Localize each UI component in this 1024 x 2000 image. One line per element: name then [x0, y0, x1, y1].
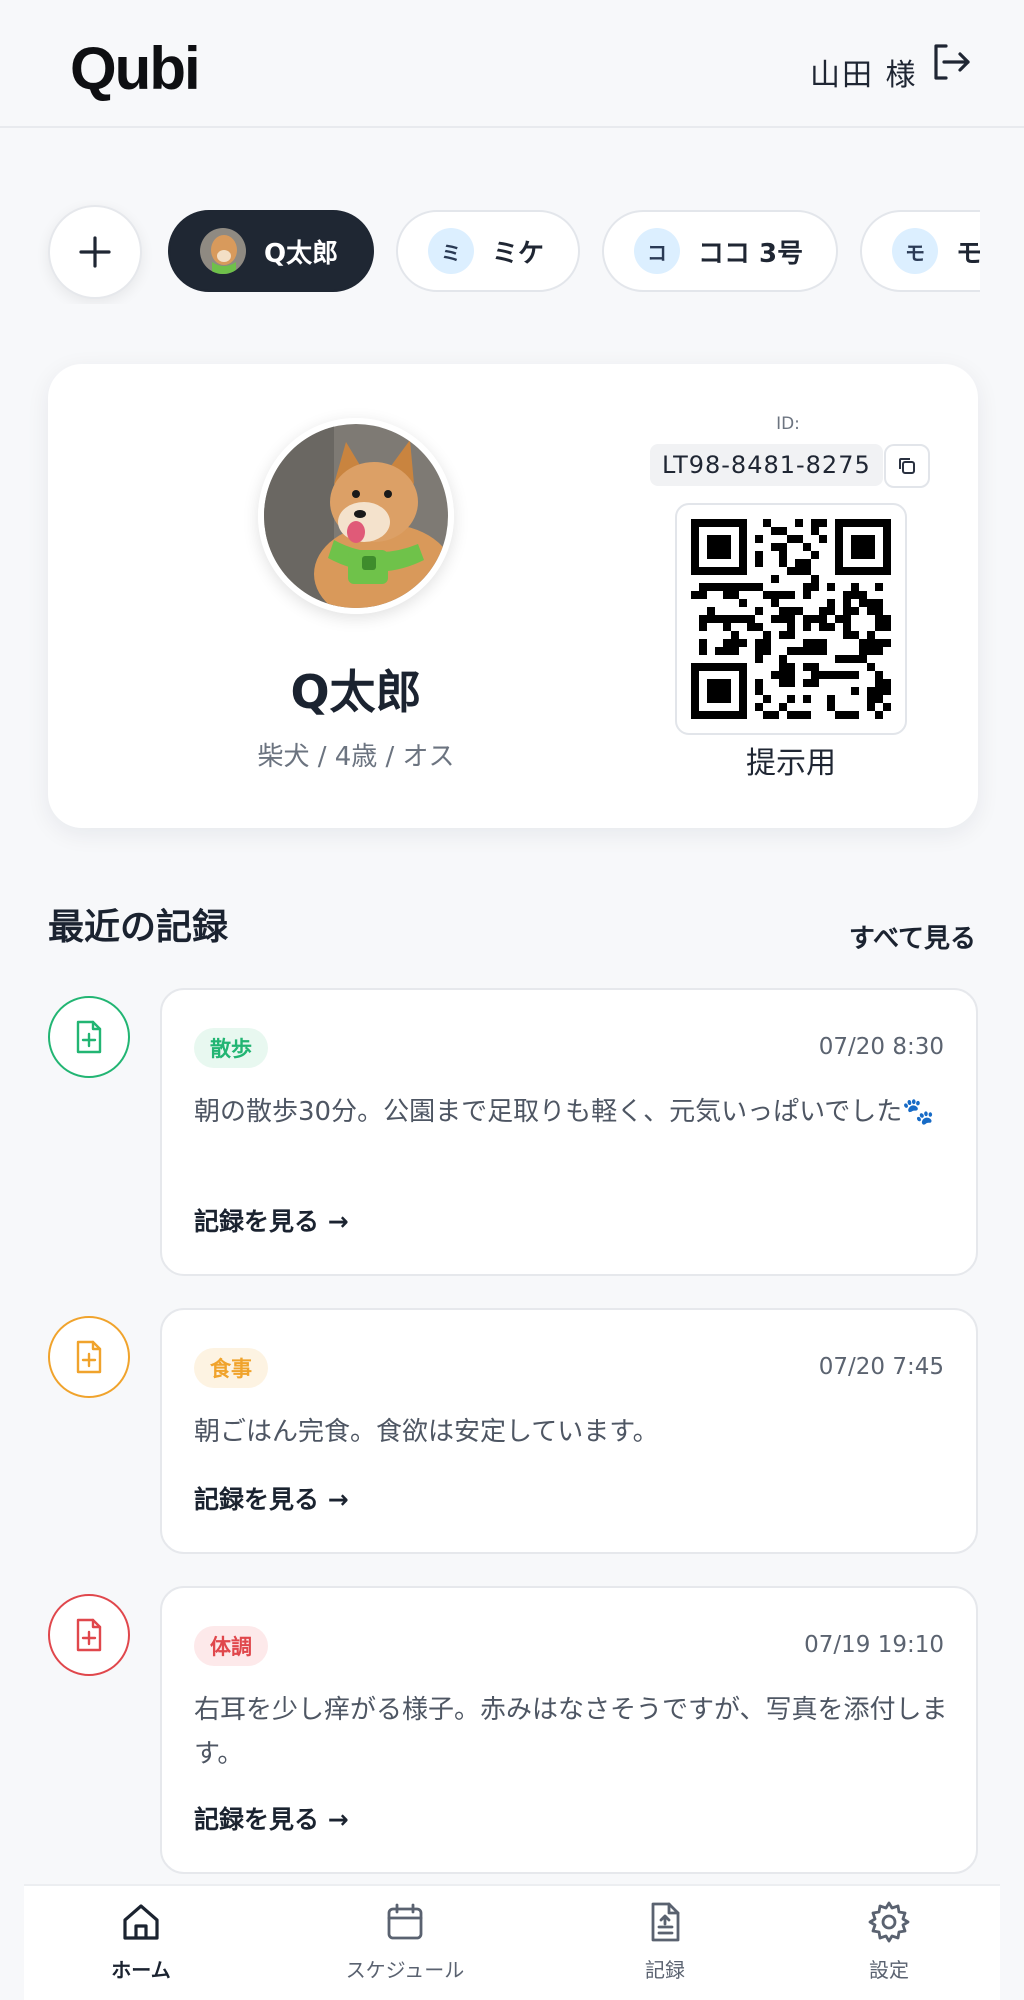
- category-badge: 体調: [194, 1626, 268, 1666]
- record-card[interactable]: 食事 07/20 7:45 朝ごはん完食。食欲は安定しています。 記録を見る →: [160, 1308, 978, 1554]
- gear-icon: [868, 1901, 910, 1943]
- pet-avatar: [200, 228, 246, 274]
- category-badge: 食事: [194, 1348, 268, 1388]
- pet-details: 柴犬 / 4歳 / オス: [257, 742, 455, 772]
- qr-caption: 提示用: [746, 746, 836, 781]
- pet-chip-label: ミケ: [492, 238, 545, 269]
- pet-chip-label: モモ: [956, 238, 980, 269]
- health-record-icon: [48, 1594, 130, 1676]
- document-icon: [651, 1902, 680, 1942]
- app-logo[interactable]: Qubi: [70, 34, 201, 103]
- pet-chip-mike[interactable]: ミ ミケ: [396, 210, 580, 292]
- record-time: 07/20 8:30: [818, 1034, 944, 1060]
- nav-records[interactable]: 記録: [590, 1900, 740, 1983]
- pet-avatar: コ: [634, 228, 680, 274]
- pet-avatar: モ: [892, 228, 938, 274]
- see-all-link[interactable]: すべて見る: [849, 918, 976, 955]
- record-text: 右耳を少し痒がる様子。赤みはなさそうですが、写真を添付します。: [194, 1695, 948, 1769]
- nav-settings[interactable]: 設定: [814, 1900, 964, 1983]
- logout-icon: [934, 44, 970, 80]
- pet-chip-label: Q太郎: [264, 238, 339, 269]
- qr-code: [675, 503, 907, 735]
- pet-name: Q太郎: [290, 665, 422, 719]
- pet-avatar: ミ: [428, 228, 474, 274]
- nav-label: 記録: [645, 1958, 685, 1982]
- pet-chip-q-taro[interactable]: Q太郎: [168, 210, 374, 292]
- add-document-icon: [76, 1340, 102, 1374]
- record-text: 朝の散歩30分。公園まで足取りも軽く、元気いっぱいでした🐾: [194, 1097, 935, 1127]
- nav-home[interactable]: ホーム: [66, 1900, 216, 1983]
- view-record-link[interactable]: 記録を見る →: [194, 1800, 349, 1836]
- nav-label: ホーム: [111, 1958, 171, 1982]
- pet-chip-label: ココ 3号: [698, 238, 804, 269]
- record-time: 07/20 7:45: [818, 1354, 944, 1380]
- meal-record-icon: [48, 1316, 130, 1398]
- logout-button[interactable]: [926, 38, 974, 86]
- plus-icon: [79, 236, 111, 268]
- bottom-navigation: ホーム スケジュール 記録 設定: [24, 1884, 1000, 2000]
- section-title: 最近の記録: [48, 907, 229, 948]
- walk-record-icon: [48, 996, 130, 1078]
- copy-icon: [899, 458, 915, 474]
- copy-id-button[interactable]: [884, 444, 930, 488]
- app-header: Qubi 山田 様: [0, 0, 1024, 128]
- pet-photo: [258, 418, 454, 614]
- record-card[interactable]: 体調 07/19 19:10 右耳を少し痒がる様子。赤みはなさそうですが、写真を…: [160, 1586, 978, 1874]
- pet-selector: Q太郎 ミ ミケ コ ココ 3号 モ モモ: [0, 200, 980, 304]
- view-record-link[interactable]: 記録を見る →: [194, 1202, 349, 1238]
- id-label: ID:: [776, 414, 800, 434]
- pet-chip-momo[interactable]: モ モモ: [860, 210, 980, 292]
- calendar-icon: [387, 1903, 423, 1940]
- category-badge: 散歩: [194, 1028, 268, 1068]
- nav-schedule[interactable]: スケジュール: [330, 1900, 480, 1983]
- record-time: 07/19 19:10: [804, 1632, 944, 1658]
- pet-chip-koko[interactable]: コ ココ 3号: [602, 210, 838, 292]
- nav-label: 設定: [869, 1958, 909, 1982]
- nav-label: スケジュール: [345, 1958, 465, 1982]
- pet-id-value: LT98-8481-8275: [650, 444, 883, 486]
- add-pet-button[interactable]: [48, 205, 142, 299]
- pet-profile-card: Q太郎 柴犬 / 4歳 / オス ID: LT98-8481-8275 提示用: [48, 364, 978, 828]
- add-document-icon: [76, 1020, 102, 1054]
- add-document-icon: [76, 1618, 102, 1652]
- user-name: 山田 様: [810, 58, 918, 93]
- record-card[interactable]: 散歩 07/20 8:30 朝の散歩30分。公園まで足取りも軽く、元気いっぱいで…: [160, 988, 978, 1276]
- view-record-link[interactable]: 記録を見る →: [194, 1480, 349, 1516]
- home-icon: [123, 1904, 159, 1940]
- record-text: 朝ごはん完食。食欲は安定しています。: [194, 1417, 659, 1447]
